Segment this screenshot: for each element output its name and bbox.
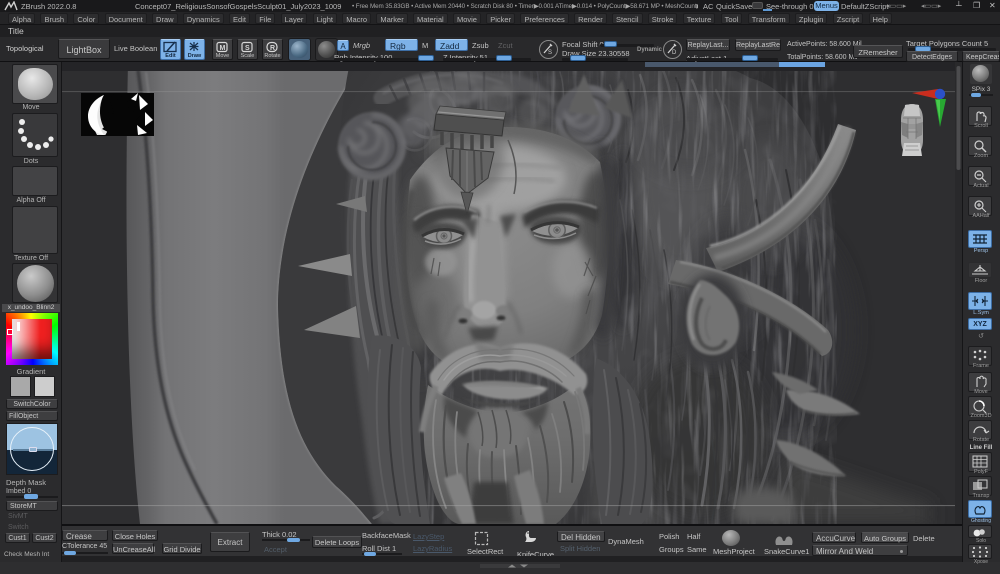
svg-text:D: D (672, 50, 677, 56)
svg-text:M: M (220, 45, 226, 52)
svg-text:S: S (548, 50, 552, 56)
svg-text:S: S (245, 45, 250, 52)
svg-text:R: R (270, 45, 275, 52)
